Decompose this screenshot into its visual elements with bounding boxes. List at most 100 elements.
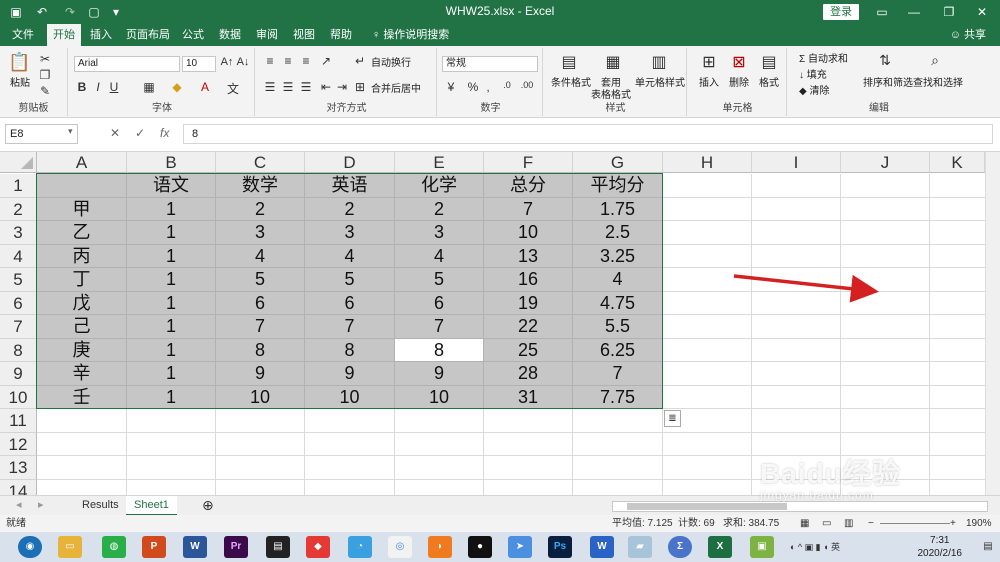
cell-j8[interactable] bbox=[841, 338, 930, 362]
cell-h3[interactable] bbox=[663, 221, 752, 245]
fill-button[interactable]: ↓ 填充 bbox=[799, 70, 827, 82]
cell-f9[interactable]: 28 bbox=[484, 362, 573, 386]
cell-j13[interactable] bbox=[841, 456, 930, 480]
cell-f6[interactable]: 19 bbox=[484, 291, 573, 315]
row-header-4[interactable]: 4 bbox=[0, 244, 37, 268]
cell-g9[interactable]: 7 bbox=[573, 362, 663, 386]
sheet-tab-results[interactable]: Results bbox=[74, 496, 127, 516]
start-icon[interactable]: ◉ bbox=[18, 536, 42, 558]
column-header-g[interactable]: G bbox=[573, 152, 663, 173]
cell-a10[interactable]: 壬 bbox=[37, 385, 127, 409]
page-layout-view-icon[interactable]: ▭ bbox=[822, 515, 831, 532]
font-color-icon[interactable]: A bbox=[198, 80, 212, 94]
system-tray[interactable]: ◐ ^ ▣ ▮ ◖ 英 bbox=[790, 536, 870, 558]
cell-a11[interactable] bbox=[37, 409, 127, 433]
autosum-button[interactable]: Σ 自动求和 bbox=[799, 54, 848, 66]
horizontal-scroll-thumb[interactable] bbox=[627, 503, 787, 510]
column-header-b[interactable]: B bbox=[127, 152, 216, 173]
comma-button[interactable]: , bbox=[483, 80, 493, 94]
row-header-13[interactable]: 13 bbox=[0, 456, 37, 480]
cell-i8[interactable] bbox=[752, 338, 841, 362]
row-header-1[interactable]: 1 bbox=[0, 174, 37, 198]
align-middle-icon[interactable]: ≡ bbox=[281, 54, 295, 68]
cell-c2[interactable]: 2 bbox=[216, 197, 305, 221]
column-header-h[interactable]: H bbox=[663, 152, 752, 173]
cell-c9[interactable]: 9 bbox=[216, 362, 305, 386]
cell-h5[interactable] bbox=[663, 268, 752, 292]
cell-a6[interactable]: 戊 bbox=[37, 291, 127, 315]
cell-e10[interactable]: 10 bbox=[395, 385, 484, 409]
cell-h13[interactable] bbox=[663, 456, 752, 480]
row-header-12[interactable]: 12 bbox=[0, 432, 37, 456]
cell-a9[interactable]: 辛 bbox=[37, 362, 127, 386]
cell-g5[interactable]: 4 bbox=[573, 268, 663, 292]
number-format-select[interactable]: 常规 bbox=[442, 56, 538, 72]
cell-h2[interactable] bbox=[663, 197, 752, 221]
cell-a7[interactable]: 己 bbox=[37, 315, 127, 339]
row-header-9[interactable]: 9 bbox=[0, 362, 37, 386]
cancel-icon[interactable]: ✕ bbox=[110, 126, 120, 140]
cell-a14[interactable] bbox=[37, 479, 127, 495]
cell-g3[interactable]: 2.5 bbox=[573, 221, 663, 245]
cell-d7[interactable]: 7 bbox=[305, 315, 395, 339]
italic-button[interactable]: I bbox=[92, 80, 104, 94]
format-cells-button[interactable]: 格式 bbox=[759, 78, 779, 90]
align-right-icon[interactable]: ☰ bbox=[299, 80, 313, 94]
zoom-in-icon[interactable]: + bbox=[950, 515, 956, 532]
cell-i3[interactable] bbox=[752, 221, 841, 245]
file-explorer-icon[interactable]: ▭ bbox=[58, 536, 82, 558]
cell-f4[interactable]: 13 bbox=[484, 244, 573, 268]
cell-f10[interactable]: 31 bbox=[484, 385, 573, 409]
align-center-icon[interactable]: ☰ bbox=[281, 80, 295, 94]
cell-i5[interactable] bbox=[752, 268, 841, 292]
video-editor-icon[interactable]: ▤ bbox=[266, 536, 290, 558]
tab-file[interactable]: 文件 bbox=[6, 24, 40, 46]
cell-c5[interactable]: 5 bbox=[216, 268, 305, 292]
cell-j7[interactable] bbox=[841, 315, 930, 339]
cell-g4[interactable]: 3.25 bbox=[573, 244, 663, 268]
cell-c7[interactable]: 7 bbox=[216, 315, 305, 339]
cell-e9[interactable]: 9 bbox=[395, 362, 484, 386]
cell-i6[interactable] bbox=[752, 291, 841, 315]
excel-icon[interactable]: X bbox=[708, 536, 732, 558]
cell-g8[interactable]: 6.25 bbox=[573, 338, 663, 362]
cell-h4[interactable] bbox=[663, 244, 752, 268]
horizontal-scrollbar[interactable] bbox=[612, 501, 988, 512]
tab-insert[interactable]: 插入 bbox=[84, 24, 118, 46]
notes-icon[interactable]: ▰ bbox=[628, 536, 652, 558]
delete-cells-button[interactable]: 删除 bbox=[729, 78, 749, 90]
cell-d10[interactable]: 10 bbox=[305, 385, 395, 409]
word-icon[interactable]: W bbox=[183, 536, 207, 558]
cell-b2[interactable]: 1 bbox=[127, 197, 216, 221]
align-top-icon[interactable]: ≡ bbox=[263, 54, 277, 68]
cell-d14[interactable] bbox=[305, 479, 395, 495]
clear-button[interactable]: ◆ 清除 bbox=[799, 86, 829, 98]
cell-d1[interactable]: 英语 bbox=[305, 174, 395, 198]
green-app-icon[interactable]: ▣ bbox=[750, 536, 774, 558]
prev-sheet-icon[interactable]: ◂ bbox=[8, 496, 30, 516]
mail-icon[interactable]: W bbox=[590, 536, 614, 558]
cell-j12[interactable] bbox=[841, 432, 930, 456]
cell-h8[interactable] bbox=[663, 338, 752, 362]
find-select-button[interactable]: 查找和选择 bbox=[913, 78, 963, 90]
cell-i14[interactable] bbox=[752, 479, 841, 495]
cell-c8[interactable]: 8 bbox=[216, 338, 305, 362]
qq-icon[interactable]: ● bbox=[468, 536, 492, 558]
cell-c14[interactable] bbox=[216, 479, 305, 495]
row-header-2[interactable]: 2 bbox=[0, 197, 37, 221]
currency-icon[interactable]: ¥ bbox=[443, 80, 459, 94]
cell-b7[interactable]: 1 bbox=[127, 315, 216, 339]
cell-c4[interactable]: 4 bbox=[216, 244, 305, 268]
cell-g14[interactable] bbox=[573, 479, 663, 495]
row-header-7[interactable]: 7 bbox=[0, 315, 37, 339]
photoshop-icon[interactable]: Ps bbox=[548, 536, 572, 558]
fox-app-icon[interactable]: ◗ bbox=[428, 536, 452, 558]
restore-button[interactable]: ❐ bbox=[935, 2, 963, 22]
cell-g6[interactable]: 4.75 bbox=[573, 291, 663, 315]
cell-c10[interactable]: 10 bbox=[216, 385, 305, 409]
cell-j9[interactable] bbox=[841, 362, 930, 386]
align-bottom-icon[interactable]: ≡ bbox=[299, 54, 313, 68]
cell-e8[interactable]: 8 bbox=[395, 338, 484, 362]
worksheet-grid[interactable]: ABCDEFGHIJK 1 2 3 4 5 6 7 8 9 10 11 12 13 14 语文 数学 英语 化学… bbox=[0, 152, 1000, 495]
cell-a1[interactable] bbox=[37, 174, 127, 198]
